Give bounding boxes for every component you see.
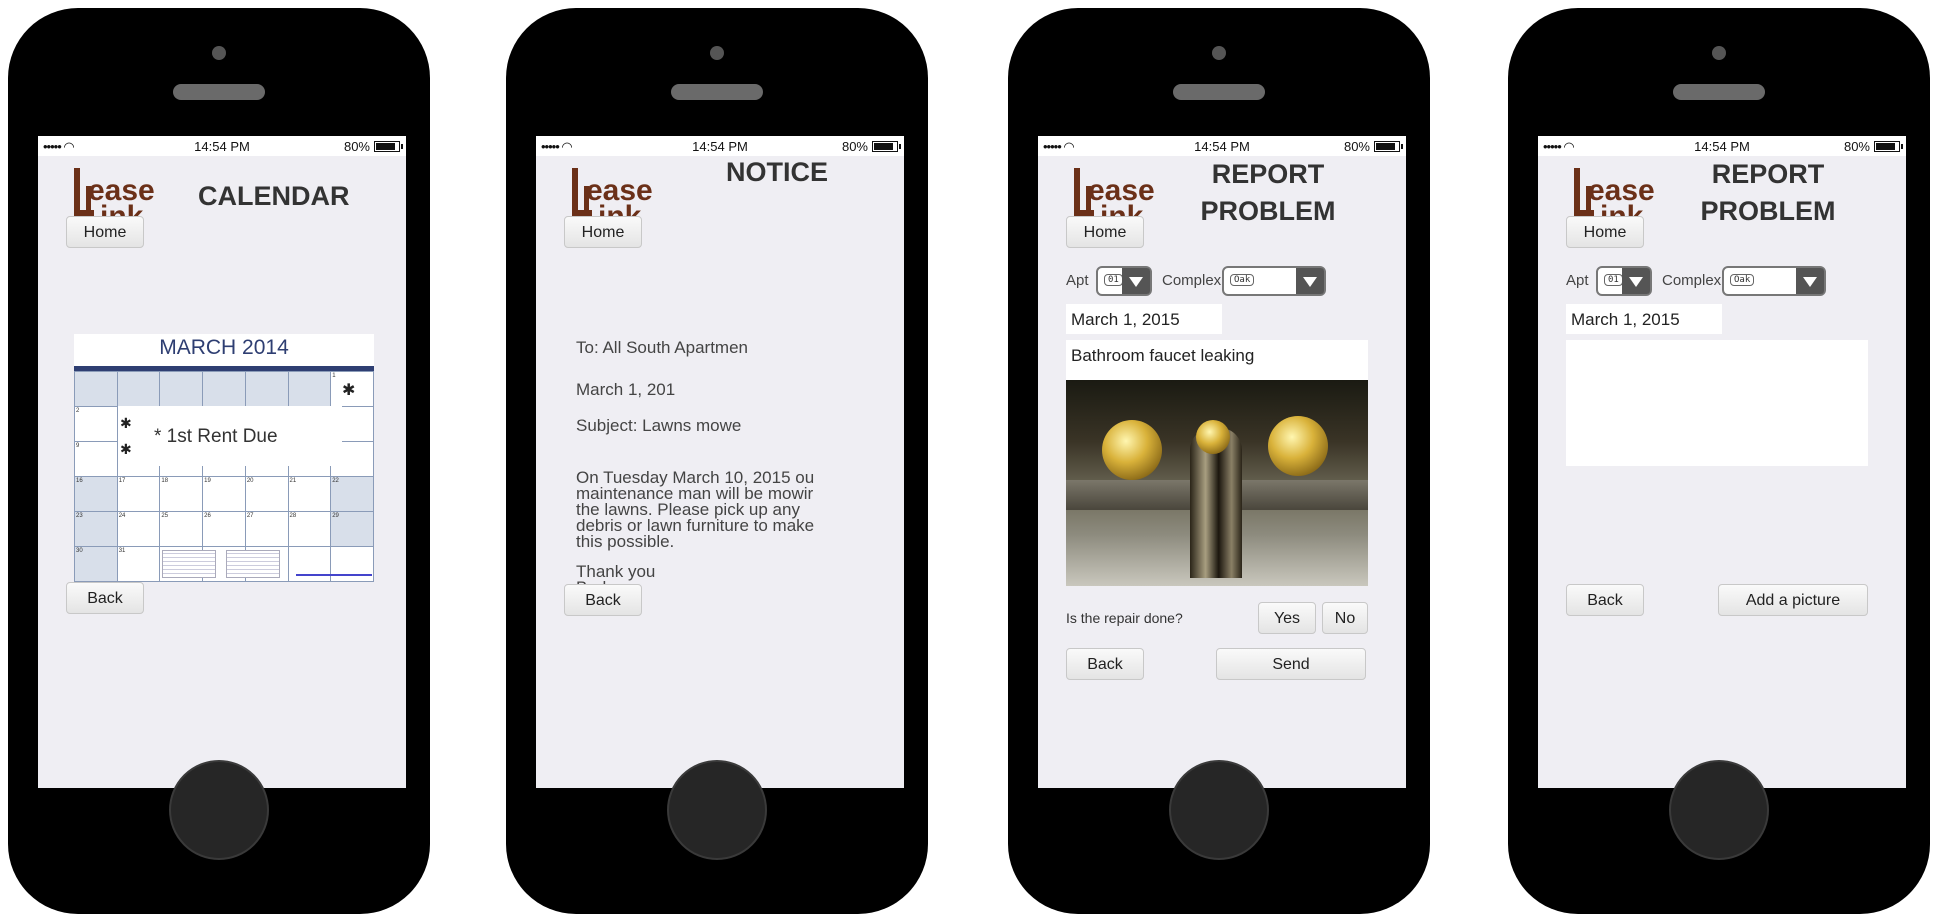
back-button[interactable]: Back <box>1066 648 1144 680</box>
page-title: REPORT PROBLEM <box>1200 159 1336 226</box>
signal-icon: ••••• ◠ <box>1043 139 1075 154</box>
status-time: 14:54 PM <box>1194 139 1250 154</box>
event-text: * 1st Rent Due <box>154 426 278 447</box>
apt-select[interactable]: 01 <box>1596 266 1652 296</box>
battery-percent: 80% <box>1343 139 1370 154</box>
apt-label: Apt <box>1066 272 1089 289</box>
device-home-button[interactable] <box>169 760 269 860</box>
battery-icon <box>1874 141 1903 152</box>
chevron-down-icon <box>1622 268 1650 294</box>
event-popup[interactable]: ✱ ✱ * 1st Rent Due <box>118 406 342 466</box>
device-home-button[interactable] <box>1169 760 1269 860</box>
date-field[interactable]: March 1, 2015 <box>1566 304 1722 334</box>
signal-icon: ••••• ◠ <box>1543 139 1575 154</box>
apt-label: Apt <box>1566 272 1589 289</box>
back-button[interactable]: Back <box>66 582 144 614</box>
phone-calendar: ••••• ◠ 14:54 PM 80% ease ink CALENDAR H… <box>8 8 430 914</box>
back-button[interactable]: Back <box>1566 584 1644 616</box>
battery-icon <box>374 141 403 152</box>
notice-date: March 1, 201 <box>576 380 676 399</box>
complex-label: Complex <box>1662 272 1722 289</box>
problem-description-field[interactable] <box>1566 340 1868 466</box>
calendar-image[interactable]: MARCH 2014 1 238 91015 16171819202122 23… <box>74 334 374 582</box>
page-title: CALENDAR <box>198 181 350 211</box>
home-button[interactable]: Home <box>564 216 642 248</box>
notice-screen: ••••• ◠ 14:54 PM 80% ease ink NOTICE Hom… <box>536 136 904 788</box>
notice-to: To: All South Apartmen <box>576 338 748 357</box>
notice-subject: Subject: Lawns mowe <box>576 416 742 435</box>
page-title: NOTICE <box>726 157 829 187</box>
chevron-down-icon <box>1796 268 1824 294</box>
home-button[interactable]: Home <box>1066 216 1144 248</box>
chevron-down-icon <box>1122 268 1150 294</box>
speaker-grille <box>1173 84 1265 100</box>
camera-icon <box>1212 46 1226 60</box>
complex-value: Oak <box>1230 274 1255 286</box>
complex-label: Complex <box>1162 272 1222 289</box>
calendar-grid: 1 238 91015 16171819202122 2324252627282… <box>74 371 374 582</box>
device-home-button[interactable] <box>667 760 767 860</box>
home-button[interactable]: Home <box>66 216 144 248</box>
apt-value: 01 <box>1104 274 1123 286</box>
signal-icon: ••••• ◠ <box>541 139 573 154</box>
complex-select[interactable]: Oak <box>1722 266 1826 296</box>
battery-icon <box>872 141 901 152</box>
phone-report-problem-empty: ••••• ◠ 14:54 PM 80% ease ink REPORT PRO… <box>1508 8 1930 914</box>
mini-calendar-prev <box>162 550 216 578</box>
status-time: 14:54 PM <box>1694 139 1750 154</box>
phone-report-problem: ••••• ◠ 14:54 PM 80% ease ink REPORT PRO… <box>1008 8 1430 914</box>
battery-percent: 80% <box>343 139 370 154</box>
speaker-grille <box>671 84 763 100</box>
calendar-screen: ••••• ◠ 14:54 PM 80% ease ink CALENDAR H… <box>38 136 406 788</box>
camera-icon <box>212 46 226 60</box>
send-button[interactable]: Send <box>1216 648 1366 680</box>
problem-description-field[interactable]: Bathroom faucet leaking <box>1066 340 1368 380</box>
calendar-month-title: MARCH 2014 <box>159 336 289 359</box>
date-field[interactable]: March 1, 2015 <box>1066 304 1222 334</box>
repair-done-question: Is the repair done? <box>1066 610 1183 626</box>
complex-select[interactable]: Oak <box>1222 266 1326 296</box>
report-problem-screen: ••••• ◠ 14:54 PM 80% ease ink REPORT PRO… <box>1038 136 1406 788</box>
apt-select[interactable]: 01 <box>1096 266 1152 296</box>
apt-value: 01 <box>1604 274 1623 286</box>
event-marker-icon: ✱ <box>342 382 356 399</box>
no-button[interactable]: No <box>1322 602 1368 634</box>
signal-icon: ••••• ◠ <box>43 139 75 154</box>
speaker-grille <box>1673 84 1765 100</box>
page-title: REPORT PROBLEM <box>1700 159 1836 226</box>
status-bar: ••••• ◠ 14:54 PM 80% <box>1538 136 1906 156</box>
camera-icon <box>710 46 724 60</box>
speaker-grille <box>173 84 265 100</box>
problem-photo <box>1066 380 1368 586</box>
event-marker-icon: ✱ ✱ <box>120 415 132 457</box>
notice-body-line: this possible. <box>576 532 675 551</box>
status-bar: ••••• ◠ 14:54 PM 80% <box>1038 136 1406 156</box>
mini-calendar-next <box>226 550 280 578</box>
camera-icon <box>1712 46 1726 60</box>
battery-percent: 80% <box>1843 139 1870 154</box>
status-bar: ••••• ◠ 14:54 PM 80% <box>536 136 904 156</box>
phone-notice: ••••• ◠ 14:54 PM 80% ease ink NOTICE Hom… <box>506 8 928 914</box>
device-home-button[interactable] <box>1669 760 1769 860</box>
battery-icon <box>1374 141 1403 152</box>
status-time: 14:54 PM <box>692 139 748 154</box>
chevron-down-icon <box>1296 268 1324 294</box>
status-time: 14:54 PM <box>194 139 250 154</box>
yes-button[interactable]: Yes <box>1258 602 1316 634</box>
battery-percent: 80% <box>841 139 868 154</box>
add-picture-button[interactable]: Add a picture <box>1718 584 1868 616</box>
status-bar: ••••• ◠ 14:54 PM 80% <box>38 136 406 156</box>
report-problem-screen: ••••• ◠ 14:54 PM 80% ease ink REPORT PRO… <box>1538 136 1906 788</box>
calendar-source-link[interactable] <box>296 574 372 576</box>
home-button[interactable]: Home <box>1566 216 1644 248</box>
complex-value: Oak <box>1730 274 1755 286</box>
back-button[interactable]: Back <box>564 584 642 616</box>
